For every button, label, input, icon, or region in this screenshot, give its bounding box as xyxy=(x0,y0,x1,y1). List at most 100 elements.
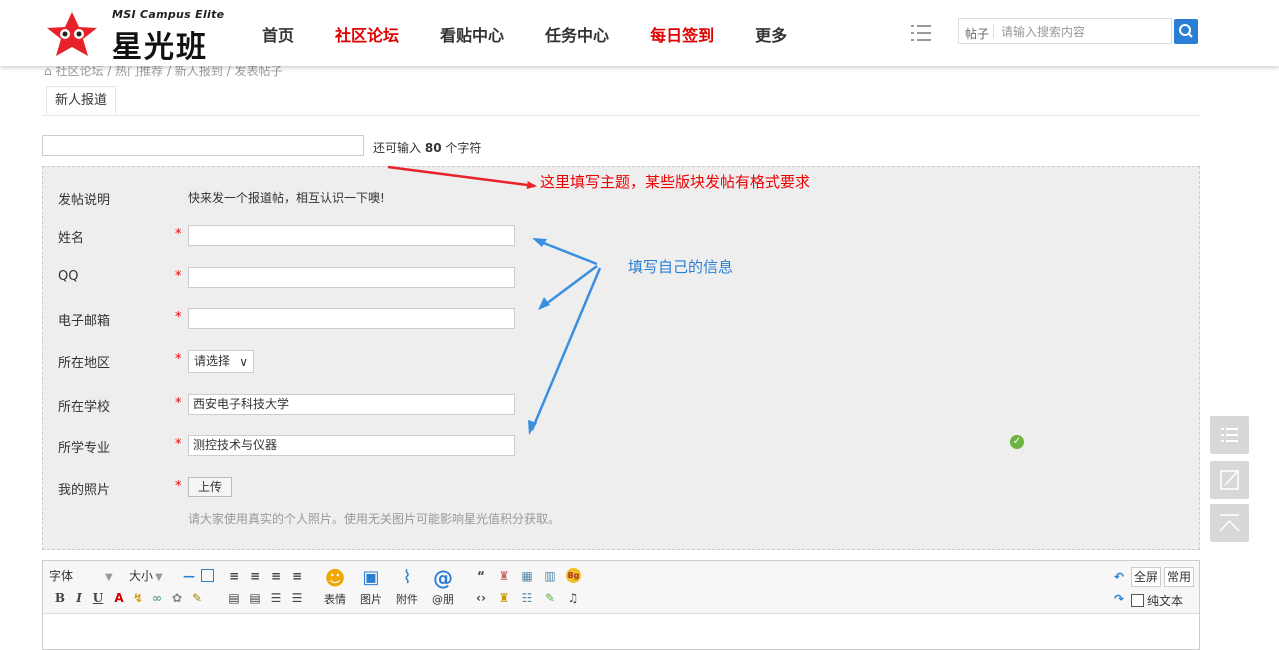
search-button[interactable] xyxy=(1174,19,1198,44)
search-icon xyxy=(1179,24,1193,38)
nav-item-more[interactable]: 更多 xyxy=(755,22,787,46)
table-icon[interactable]: ▦ xyxy=(520,569,534,583)
plaintext-label: 纯文本 xyxy=(1147,594,1184,608)
email-field[interactable] xyxy=(188,308,515,329)
school-field[interactable]: 西安电子科技大学 xyxy=(188,394,515,415)
main-nav: 首页 社区论坛 看贴中心 任务中心 每日签到 更多 xyxy=(262,22,828,46)
horizontal-rule-icon[interactable]: — xyxy=(182,569,196,583)
nav-item-tasks[interactable]: 任务中心 xyxy=(545,22,609,46)
name-label: 姓名 xyxy=(58,231,85,246)
qq-field[interactable] xyxy=(188,267,515,288)
bold-icon[interactable]: B xyxy=(53,591,67,605)
plaintext-checkbox[interactable] xyxy=(1131,594,1144,607)
star-mascot-icon xyxy=(47,12,97,56)
common-button[interactable]: 常用 xyxy=(1164,567,1195,587)
lock-icon[interactable]: ♜ xyxy=(497,591,511,605)
image-button[interactable]: ▣ 图片 xyxy=(356,567,386,607)
side-edit-button[interactable] xyxy=(1210,461,1249,499)
counter-suffix: 个字符 xyxy=(445,141,482,155)
undo-icon[interactable]: ↶ xyxy=(1112,570,1126,584)
editor-toolbar: 字体 ▼ 大小 ▼ — ≡ ≡ ≡ ≡ B I U A ↯ ∞ ✿ ✎ ▤ ▤ ☰ … xyxy=(43,561,1199,614)
align-left-icon[interactable]: ≡ xyxy=(227,569,241,583)
hidden-content-icon[interactable]: ♜ xyxy=(497,569,511,583)
search-category[interactable]: 帖子 xyxy=(965,25,989,42)
fullscreen-button[interactable]: 全屏 xyxy=(1131,567,1162,587)
chevron-down-icon: ∨ xyxy=(239,355,248,369)
subject-input[interactable] xyxy=(42,135,364,156)
tab-new-member[interactable]: 新人报道 xyxy=(46,86,116,115)
search-box: 帖子 xyxy=(958,18,1172,44)
clear-format-icon[interactable]: ✿ xyxy=(170,591,184,605)
image-button-label: 图片 xyxy=(360,593,382,606)
nav-item-forum[interactable]: 社区论坛 xyxy=(335,22,399,46)
checkmark-icon: ✓ xyxy=(1010,435,1024,449)
quote-icon[interactable]: “ xyxy=(474,569,488,583)
char-counter: 还可输入 80 个字符 xyxy=(373,139,481,156)
link-icon[interactable]: ↯ xyxy=(131,591,145,605)
arrow-up-icon xyxy=(1219,514,1240,532)
italic-icon[interactable]: I xyxy=(72,591,86,605)
unlink-icon[interactable]: ∞ xyxy=(150,591,164,605)
required-mark: * xyxy=(175,396,182,411)
emoji-button-label: 表情 xyxy=(324,593,346,606)
post-editor[interactable]: 字体 ▼ 大小 ▼ — ≡ ≡ ≡ ≡ B I U A ↯ ∞ ✿ ✎ ▤ ▤ ☰ … xyxy=(42,560,1200,650)
required-mark: * xyxy=(175,227,182,242)
underline-icon[interactable]: U xyxy=(91,591,105,605)
code-icon[interactable]: ‹› xyxy=(474,591,488,605)
ordered-list-icon[interactable]: ☰ xyxy=(269,591,283,605)
top-header: MSI Campus Elite 星光班 首页 社区论坛 看贴中心 任务中心 每… xyxy=(0,0,1279,66)
float-left-icon[interactable]: ▤ xyxy=(227,591,241,605)
breadcrumb-path[interactable]: 社区论坛 / 热门推荐 / 新人报到 / 发表帖子 xyxy=(55,64,282,78)
back-to-top-button[interactable] xyxy=(1210,504,1249,542)
home-icon[interactable]: ⌂ xyxy=(44,64,52,78)
upload-button[interactable]: 上传 xyxy=(188,477,232,497)
font-select[interactable]: 字体 ▼ xyxy=(49,567,113,585)
size-select[interactable]: 大小 ▼ xyxy=(129,567,163,585)
region-label: 所在地区 xyxy=(58,356,111,371)
site-logo[interactable]: MSI Campus Elite 星光班 xyxy=(40,4,240,65)
region-select[interactable]: 请选择 ∨ xyxy=(188,350,254,373)
flash-icon[interactable]: ▥ xyxy=(543,569,557,583)
region-select-value: 请选择 xyxy=(194,354,231,368)
list-menu-icon[interactable] xyxy=(911,24,931,42)
mention-button[interactable]: @ @朋 xyxy=(428,567,458,607)
align-justify-icon[interactable]: ≡ xyxy=(290,569,304,583)
format-brush-icon[interactable]: ✎ xyxy=(190,591,204,605)
major-label: 所学专业 xyxy=(58,441,111,456)
paperclip-icon: ⌇ xyxy=(402,567,412,588)
font-color-icon[interactable]: A xyxy=(112,591,126,605)
music-icon[interactable]: ♫ xyxy=(566,591,580,605)
edit-icon xyxy=(1220,470,1239,490)
required-mark: * xyxy=(175,352,182,367)
search-input[interactable] xyxy=(999,22,1171,42)
background-icon[interactable]: Bg xyxy=(566,568,581,583)
redo-icon[interactable]: ↷ xyxy=(1112,592,1126,606)
required-mark: * xyxy=(175,437,182,452)
float-right-icon[interactable]: ▤ xyxy=(248,591,262,605)
logo-title: 星光班 xyxy=(112,30,208,65)
description-label: 发帖说明 xyxy=(58,193,111,208)
paste-icon[interactable]: ✎ xyxy=(543,591,557,605)
unordered-list-icon[interactable]: ☰ xyxy=(290,591,304,605)
major-field[interactable]: 测控技术与仪器 xyxy=(188,435,515,456)
list-icon xyxy=(1221,428,1238,442)
name-field[interactable] xyxy=(188,225,515,246)
school-label: 所在学校 xyxy=(58,400,111,415)
photo-label: 我的照片 xyxy=(58,483,111,498)
nav-item-checkin[interactable]: 每日签到 xyxy=(650,22,714,46)
nav-item-reading[interactable]: 看贴中心 xyxy=(440,22,504,46)
nav-item-home[interactable]: 首页 xyxy=(262,22,294,46)
align-right-icon[interactable]: ≡ xyxy=(269,569,283,583)
required-mark: * xyxy=(175,310,182,325)
description-text: 快来发一个报道帖，相互认识一下噢! xyxy=(188,191,385,205)
side-list-button[interactable] xyxy=(1210,416,1249,454)
chevron-down-icon: ▼ xyxy=(155,572,163,583)
annotation-subject: 这里填写主题，某些版块发帖有格式要求 xyxy=(540,173,811,191)
free-icon[interactable]: ☷ xyxy=(520,591,534,605)
emoji-button[interactable]: ☻ 表情 xyxy=(320,567,350,607)
background-color-icon[interactable] xyxy=(201,569,214,582)
align-center-icon[interactable]: ≡ xyxy=(248,569,262,583)
attachment-button[interactable]: ⌇ 附件 xyxy=(392,567,422,607)
at-icon: @ xyxy=(433,566,453,590)
email-label: 电子邮箱 xyxy=(58,314,111,329)
